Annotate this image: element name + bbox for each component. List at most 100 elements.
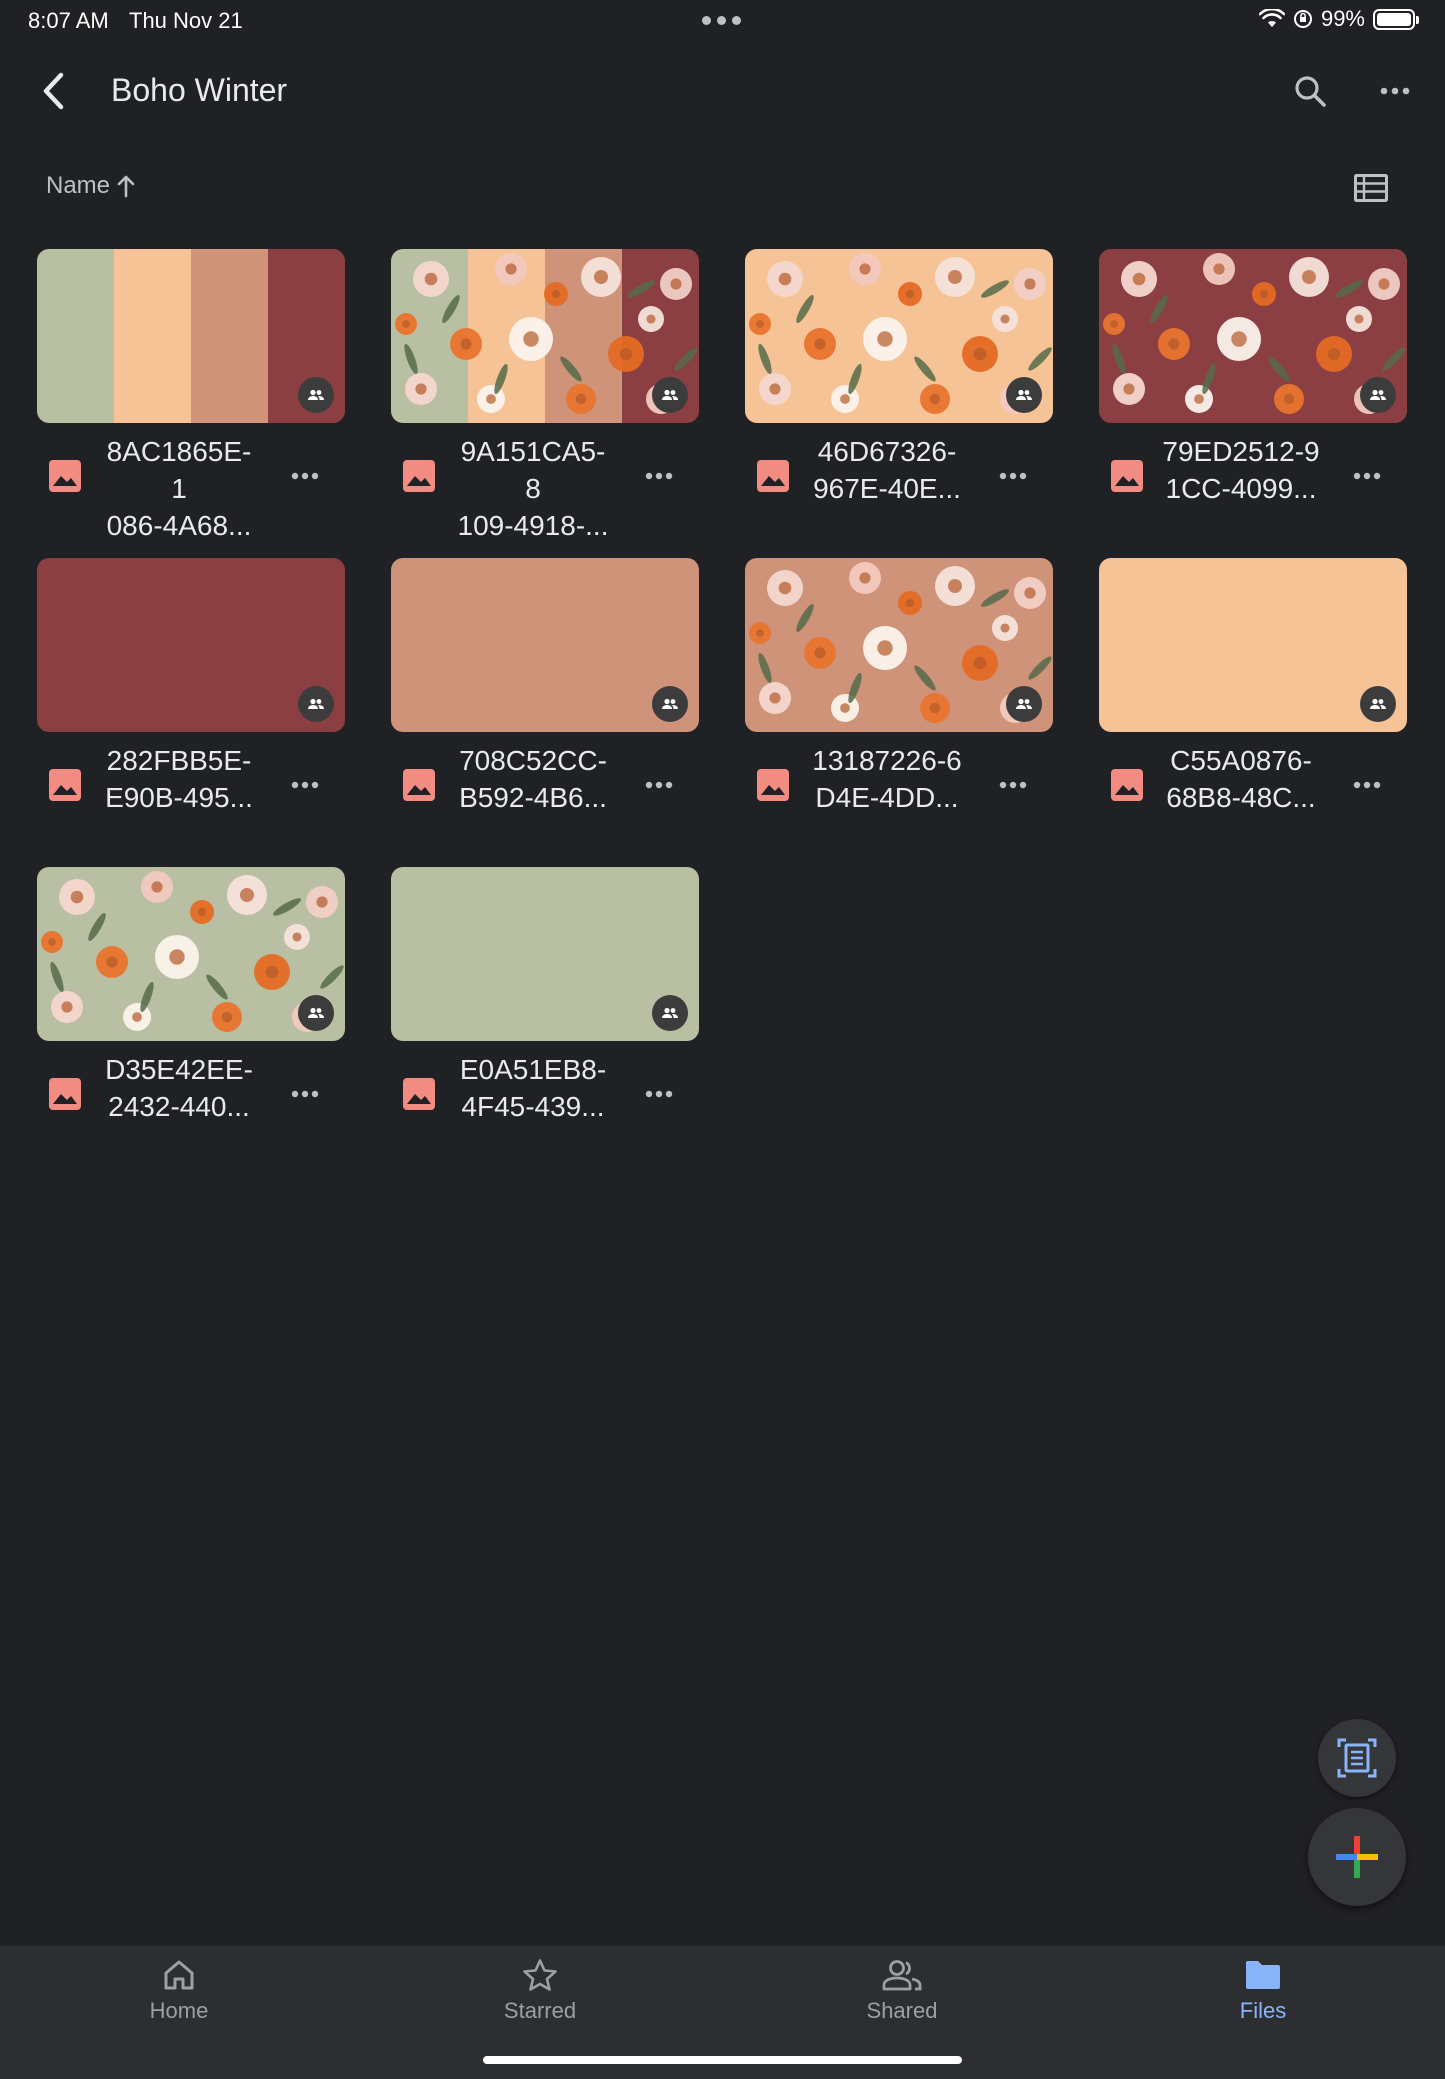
file-info: D35E42EE- 2432-440... [37, 1051, 345, 1131]
file-more-button[interactable] [1347, 459, 1387, 493]
file-thumbnail[interactable] [1099, 558, 1407, 732]
file-card[interactable]: 13187226-6 D4E-4DD... [745, 558, 1053, 867]
nav-home[interactable]: Home [89, 1958, 269, 2048]
list-view-toggle[interactable] [1350, 168, 1392, 208]
file-card[interactable]: 46D67326- 967E-40E... [745, 249, 1053, 558]
shared-people-icon [1016, 698, 1032, 709]
file-name-line1: 9A151CA5-8 [460, 436, 606, 504]
file-name[interactable]: 9A151CA5-8 109-4918-... [453, 433, 613, 544]
file-more-button[interactable] [285, 459, 325, 493]
file-name-line1: 8AC1865E-1 [106, 436, 252, 504]
more-options-button[interactable] [1370, 66, 1420, 116]
file-card[interactable]: C55A0876- 68B8-48C... [1099, 558, 1407, 867]
file-card[interactable]: 79ED2512-9 1CC-4099... [1099, 249, 1407, 558]
file-thumbnail[interactable] [1099, 249, 1407, 423]
file-info: 708C52CC- B592-4B6... [391, 742, 699, 822]
file-card[interactable]: 8AC1865E-1 086-4A68... [37, 249, 345, 558]
file-grid: 8AC1865E-1 086-4A68... 9A151CA5-8 109-49… [37, 249, 1409, 1176]
more-horizontal-icon [1353, 781, 1381, 789]
file-thumbnail[interactable] [391, 558, 699, 732]
file-more-button[interactable] [993, 768, 1033, 802]
file-name-line2: 086-4A68... [106, 510, 252, 541]
file-card[interactable]: D35E42EE- 2432-440... [37, 867, 345, 1176]
file-thumbnail[interactable] [391, 249, 699, 423]
image-file-icon [757, 769, 789, 801]
image-file-icon [403, 460, 435, 492]
file-name[interactable]: 8AC1865E-1 086-4A68... [99, 433, 259, 544]
file-name[interactable]: E0A51EB8- 4F45-439... [453, 1051, 613, 1125]
file-more-button[interactable] [285, 1077, 325, 1111]
shared-badge [298, 686, 334, 722]
file-name[interactable]: 708C52CC- B592-4B6... [453, 742, 613, 816]
file-info: E0A51EB8- 4F45-439... [391, 1051, 699, 1131]
folder-icon [1246, 1961, 1280, 1989]
more-horizontal-icon [291, 472, 319, 480]
file-thumbnail[interactable] [37, 249, 345, 423]
file-name[interactable]: C55A0876- 68B8-48C... [1161, 742, 1321, 816]
file-thumbnail[interactable] [37, 867, 345, 1041]
nav-shared[interactable]: Shared [812, 1958, 992, 2048]
more-horizontal-icon [999, 781, 1027, 789]
search-button[interactable] [1285, 66, 1335, 116]
shared-badge [652, 686, 688, 722]
file-thumbnail[interactable] [391, 867, 699, 1041]
file-name[interactable]: D35E42EE- 2432-440... [99, 1051, 259, 1125]
file-card[interactable]: 9A151CA5-8 109-4918-... [391, 249, 699, 558]
file-name[interactable]: 282FBB5E- E90B-495... [99, 742, 259, 816]
file-name[interactable]: 79ED2512-9 1CC-4099... [1161, 433, 1321, 507]
shared-badge [1006, 686, 1042, 722]
file-more-button[interactable] [639, 768, 679, 802]
nav-files[interactable]: Files [1173, 1958, 1353, 2048]
shared-people-icon [308, 1007, 324, 1018]
battery-percent: 99% [1320, 6, 1365, 31]
shared-people-icon [308, 389, 324, 400]
file-name-line2: E90B-495... [105, 782, 253, 813]
file-name-line1: 282FBB5E- [106, 745, 252, 776]
file-info: 9A151CA5-8 109-4918-... [391, 433, 699, 541]
shared-people-icon [662, 1007, 678, 1018]
home-icon [164, 1960, 194, 1990]
nav-home-label: Home [149, 1998, 209, 2023]
file-more-button[interactable] [993, 459, 1033, 493]
file-name-line2: 1CC-4099... [1165, 473, 1317, 504]
file-card[interactable]: 708C52CC- B592-4B6... [391, 558, 699, 867]
sort-by-name-button[interactable]: Name [46, 172, 136, 200]
file-name[interactable]: 13187226-6 D4E-4DD... [807, 742, 967, 816]
file-name-line1: 13187226-6 [812, 745, 962, 776]
file-card[interactable]: 282FBB5E- E90B-495... [37, 558, 345, 867]
more-horizontal-icon [291, 781, 319, 789]
back-button[interactable] [28, 66, 78, 116]
file-name-line1: C55A0876- [1170, 745, 1312, 776]
image-file-icon [403, 769, 435, 801]
file-thumbnail[interactable] [37, 558, 345, 732]
image-file-icon [49, 460, 81, 492]
file-info: 282FBB5E- E90B-495... [37, 742, 345, 822]
file-thumbnail[interactable] [745, 249, 1053, 423]
nav-starred[interactable]: Starred [450, 1958, 630, 2048]
image-file-icon [49, 1078, 81, 1110]
home-indicator[interactable] [483, 2056, 962, 2064]
file-more-button[interactable] [639, 459, 679, 493]
file-more-button[interactable] [285, 768, 325, 802]
file-card[interactable]: E0A51EB8- 4F45-439... [391, 867, 699, 1176]
page-title: Boho Winter [111, 72, 288, 108]
more-horizontal-icon [999, 472, 1027, 480]
file-more-button[interactable] [639, 1077, 679, 1111]
file-info: 8AC1865E-1 086-4A68... [37, 433, 345, 541]
shared-badge [1006, 377, 1042, 413]
scan-document-button[interactable] [1318, 1719, 1396, 1797]
file-name-line1: 46D67326- [817, 436, 957, 467]
file-more-button[interactable] [1347, 768, 1387, 802]
chevron-left-icon [43, 72, 64, 110]
new-button[interactable] [1308, 1808, 1406, 1906]
file-name[interactable]: 46D67326- 967E-40E... [807, 433, 967, 507]
search-icon [1295, 76, 1326, 107]
nav-starred-label: Starred [503, 1998, 577, 2023]
sort-label: Name [46, 172, 111, 199]
plus-icon [1336, 1836, 1378, 1878]
people-icon [882, 1960, 922, 1991]
shared-people-icon [1370, 389, 1386, 400]
multitasking-dots-icon[interactable] [702, 16, 741, 25]
nav-files-label: Files [1239, 1998, 1287, 2023]
file-thumbnail[interactable] [745, 558, 1053, 732]
